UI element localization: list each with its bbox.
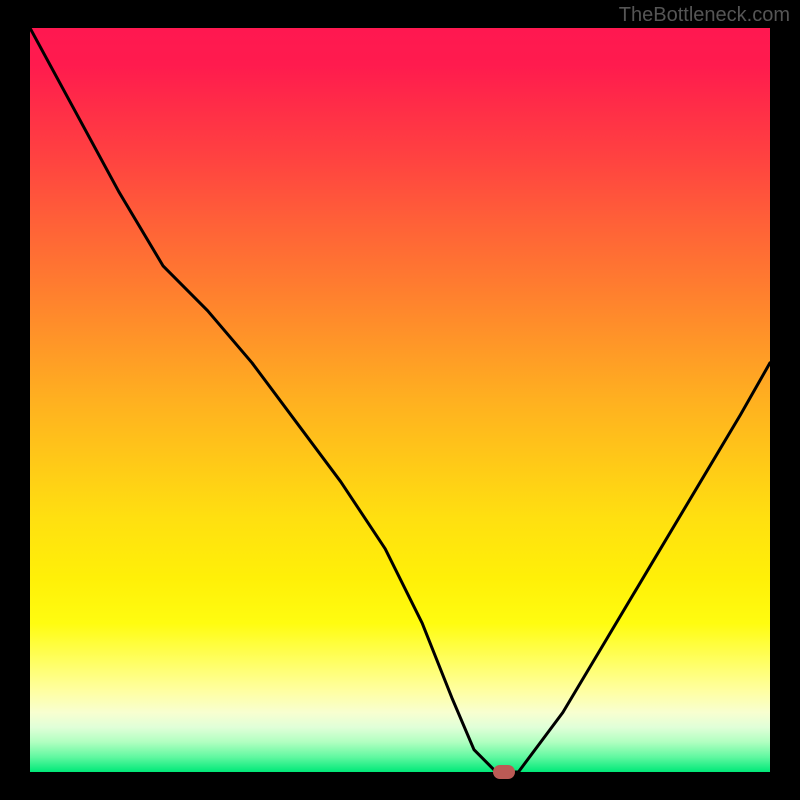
optimal-point-marker xyxy=(493,765,515,779)
bottleneck-curve-path xyxy=(30,28,770,772)
watermark-text: TheBottleneck.com xyxy=(619,4,790,27)
chart-curve-svg xyxy=(30,28,770,772)
chart-plot-area xyxy=(30,28,770,772)
